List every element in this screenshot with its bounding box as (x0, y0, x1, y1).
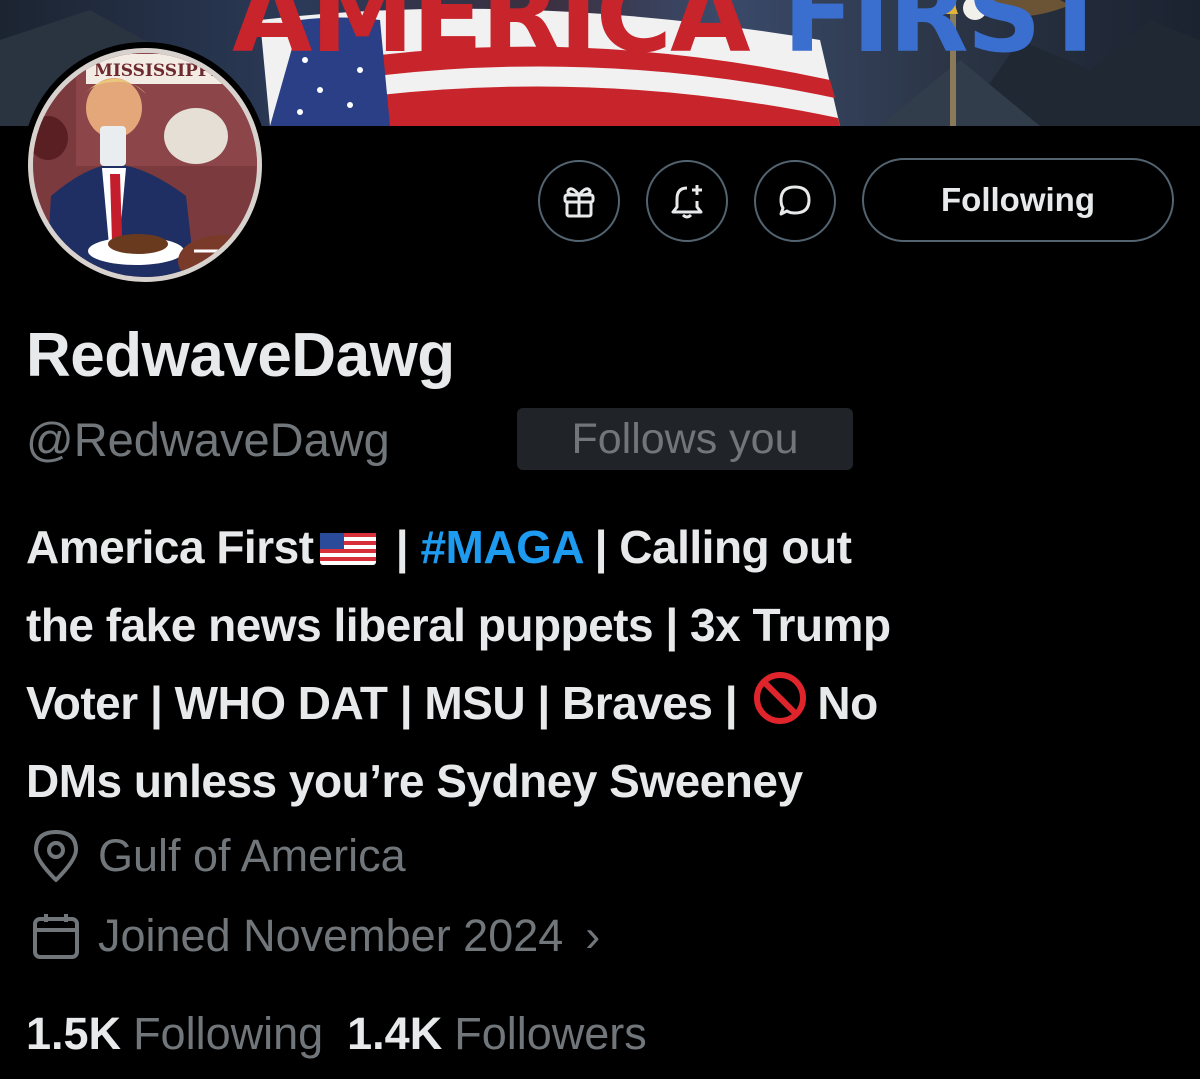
following-label: Following (133, 1008, 324, 1059)
us-flag-icon (319, 512, 376, 590)
follows-you-badge: Follows you (517, 408, 853, 470)
banner-word-2: FIRST (782, 0, 1111, 76)
user-handle: @RedwaveDawg (26, 413, 390, 466)
bio-text: America First (26, 521, 314, 573)
location-text: Gulf of America (98, 830, 406, 881)
bio-text: | Calling out (582, 521, 852, 573)
bio-line-2: the fake news liberal puppets | 3x Trump (26, 599, 891, 651)
chevron-right-icon: › (585, 910, 601, 961)
followers-label: Followers (454, 1008, 647, 1059)
joined-text: Joined November 2024 (98, 910, 564, 961)
message-icon (779, 185, 811, 216)
message-button[interactable] (754, 160, 836, 242)
profile-avatar[interactable]: MISSISSIPPI STATE (22, 42, 268, 288)
location-row: Gulf of America (30, 828, 406, 884)
bio-line-3: Voter | WHO DAT | MSU | Braves | No (26, 664, 1176, 742)
no-entry-icon (753, 670, 807, 748)
bio-text: Voter | WHO DAT | MSU | Braves | (26, 677, 750, 729)
hashtag-link[interactable]: #MAGA (420, 521, 582, 573)
notifications-button[interactable] (646, 160, 728, 242)
joined-row[interactable]: Joined November 2024 › (30, 910, 600, 962)
banner-headline: AMERICA FIRST (232, 0, 1111, 76)
gift-icon (563, 187, 595, 218)
following-button[interactable]: Following (862, 158, 1174, 242)
gift-button[interactable] (538, 160, 620, 242)
bio-line-4: DMs unless you’re Sydney Sweeney (26, 755, 803, 807)
profile-bio: America First | #MAGA | Calling out the … (26, 508, 1176, 820)
follow-stats: 1.5K Following 1.4K Followers (26, 1008, 671, 1060)
banner-word-1: AMERICA (232, 0, 751, 76)
avatar-image: MISSISSIPPI STATE (28, 48, 264, 282)
following-count: 1.5K (26, 1008, 122, 1059)
bio-text: No (817, 677, 878, 729)
bell-plus-icon (671, 185, 703, 219)
bio-line-1: America First | #MAGA | Calling out (26, 508, 1176, 586)
bio-separator: | (383, 521, 421, 573)
display-name: RedwaveDawg (26, 321, 455, 390)
location-pin-icon (34, 830, 78, 882)
following-stat-link[interactable]: 1.5K Following (26, 1008, 323, 1060)
followers-count: 1.4K (347, 1008, 443, 1059)
calendar-icon (33, 914, 79, 959)
followers-stat-link[interactable]: 1.4K Followers (347, 1008, 647, 1060)
avatar-banner-text: MISSISSIPPI STATE (94, 61, 264, 81)
